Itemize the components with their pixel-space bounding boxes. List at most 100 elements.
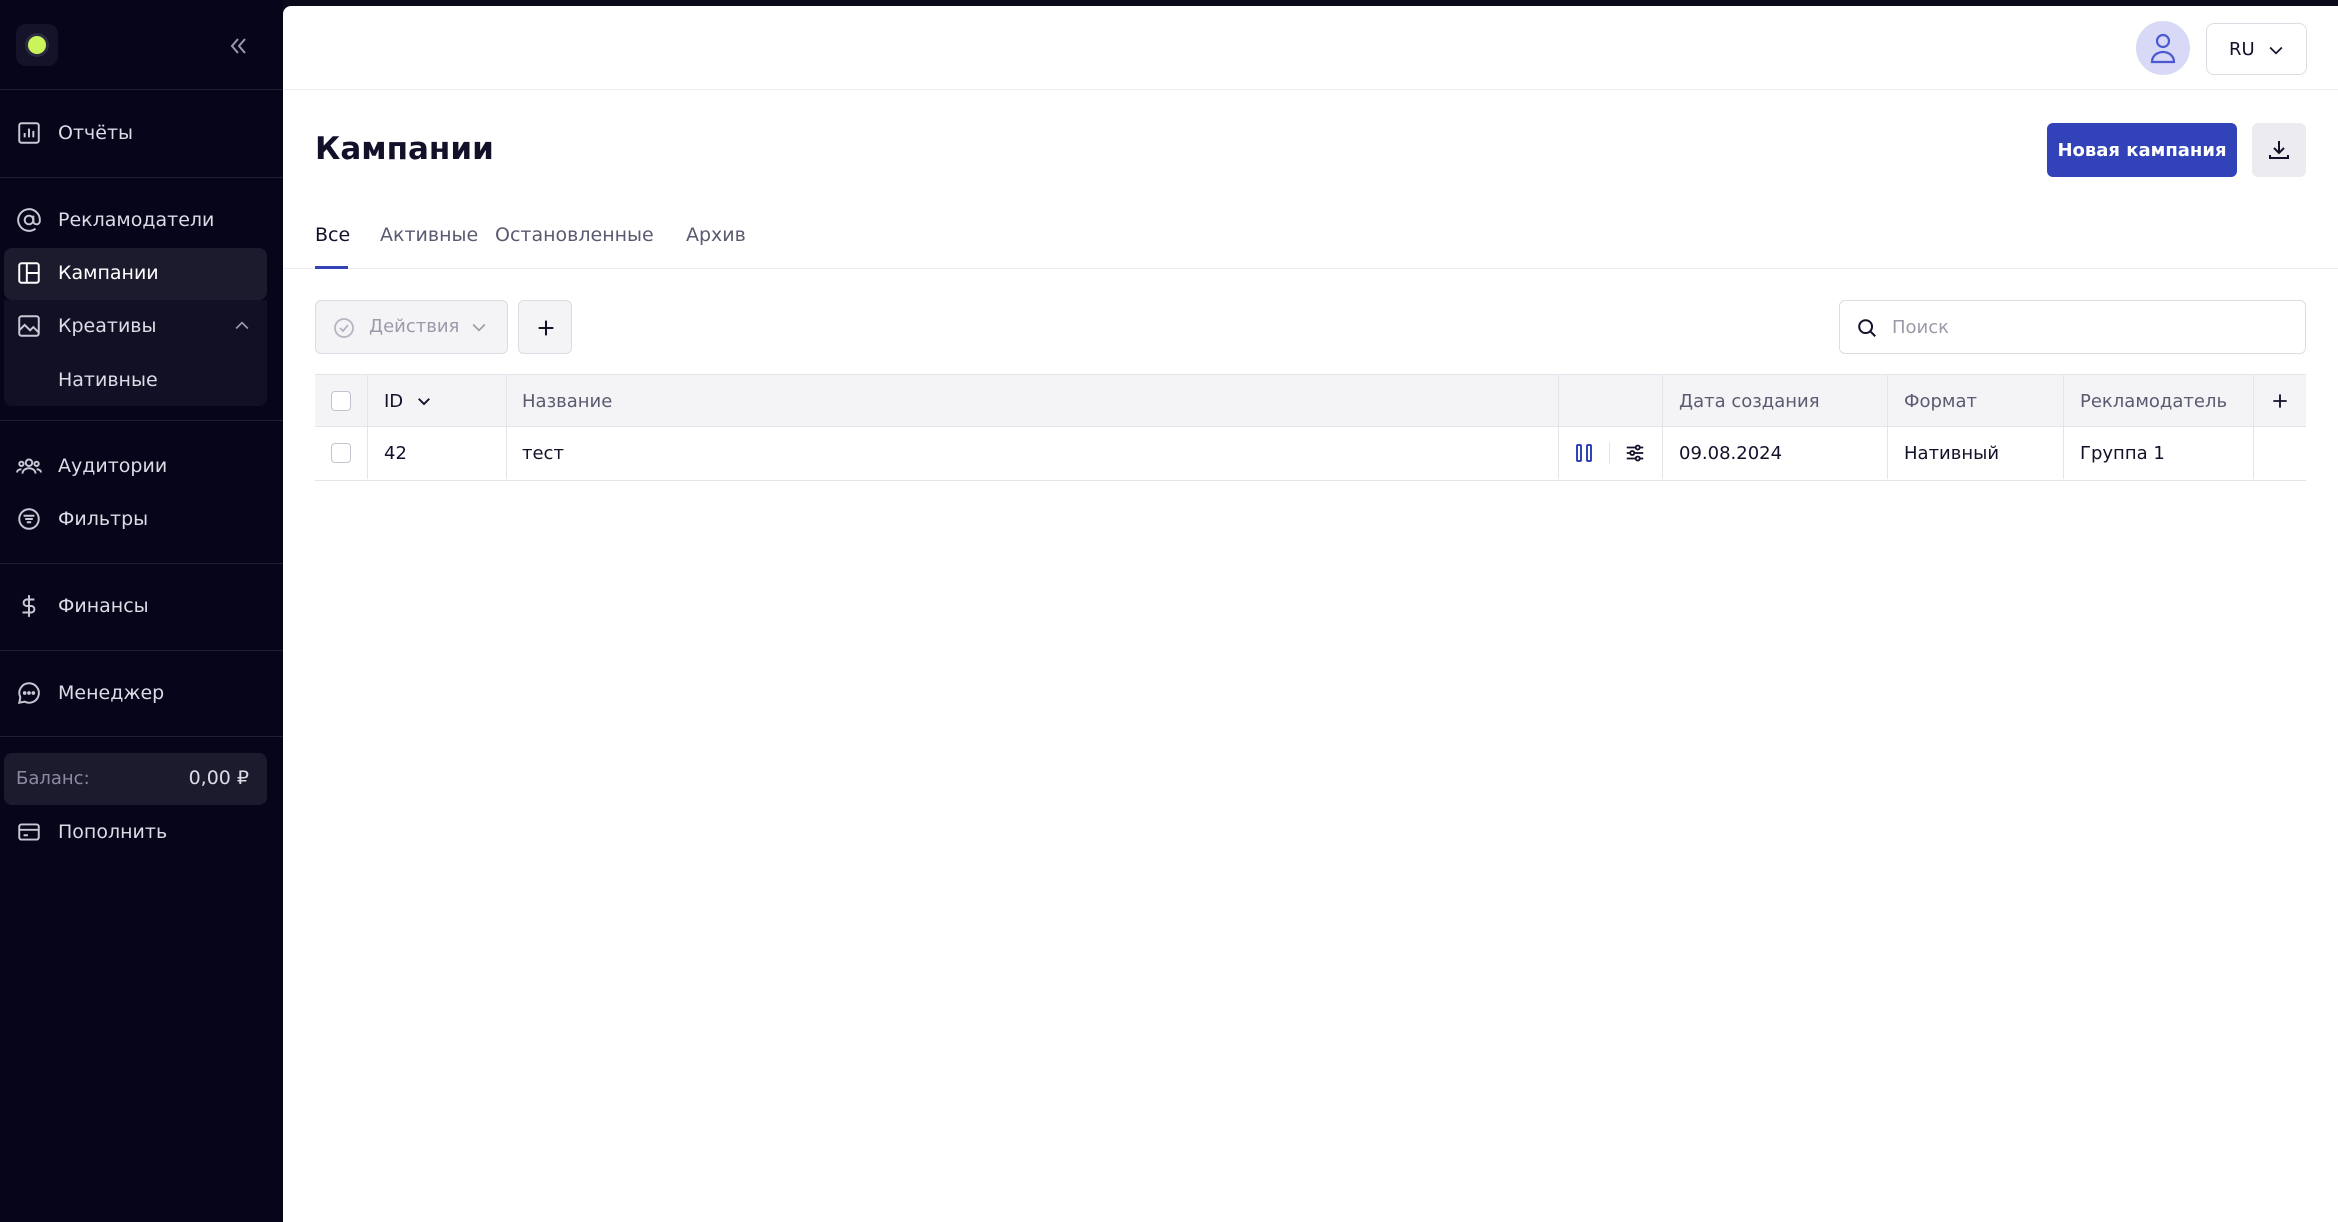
column-divider <box>367 427 368 479</box>
column-divider <box>2253 375 2254 427</box>
column-id[interactable]: ID <box>384 375 433 427</box>
balance-panel: Баланс: 0,00 ₽ <box>4 753 267 805</box>
cell-advertiser: Группа 1 <box>2080 442 2165 464</box>
sidebar-item-advertisers[interactable]: Рекламодатели <box>0 194 283 246</box>
sidebar-item-label: Менеджер <box>58 682 165 704</box>
column-divider <box>1887 427 1888 479</box>
column-divider <box>506 427 507 479</box>
sidebar-item-label: Пополнить <box>58 821 168 843</box>
divider <box>0 736 283 737</box>
actions-dropdown[interactable]: Действия <box>315 300 508 354</box>
sidebar-item-creatives[interactable]: Креативы <box>0 300 283 352</box>
tab-all[interactable]: Все <box>315 224 350 246</box>
active-tab-indicator <box>315 266 348 269</box>
sidebar-item-audiences[interactable]: Аудитории <box>0 440 283 492</box>
search-box <box>1839 300 2306 354</box>
divider <box>0 563 283 564</box>
table-wrapper: ID Название Дата создания Формат Рекламо… <box>315 374 2306 534</box>
chevron-up-icon[interactable] <box>232 316 252 336</box>
cell-id: 42 <box>384 442 407 464</box>
column-divider <box>1887 375 1888 427</box>
top-bar: RU <box>283 6 2338 90</box>
balance-value: 0,00 ₽ <box>188 767 249 789</box>
at-icon <box>17 208 41 232</box>
sidebar-item-finance[interactable]: Финансы <box>0 580 283 632</box>
sidebar-header <box>0 0 283 90</box>
main-content: RU Кампании Новая кампания Все Активные … <box>283 6 2338 1222</box>
cell-date: 09.08.2024 <box>1679 442 1783 464</box>
column-name[interactable]: Название <box>522 375 612 427</box>
select-all-checkbox[interactable] <box>331 391 351 411</box>
download-button[interactable] <box>2252 123 2306 177</box>
plus-icon <box>538 320 554 336</box>
column-date[interactable]: Дата создания <box>1679 375 1820 427</box>
tabs-divider <box>283 268 2338 269</box>
sidebar-item-campaigns[interactable]: Кампании <box>0 247 283 299</box>
sidebar-item-label: Креативы <box>58 315 157 337</box>
sidebar: Отчёты Рекламодатели Кампании Креативы Н… <box>0 0 283 1222</box>
tab-stopped[interactable]: Остановленные <box>495 224 654 246</box>
page-title: Кампании <box>315 131 494 167</box>
add-button[interactable] <box>518 300 572 354</box>
column-divider <box>2063 375 2064 427</box>
collapse-sidebar-icon[interactable] <box>226 34 250 58</box>
logo[interactable] <box>16 24 58 66</box>
chevron-down-icon <box>472 323 486 332</box>
chart-icon <box>18 122 40 144</box>
column-divider <box>506 375 507 427</box>
sidebar-item-label: Нативные <box>58 369 158 391</box>
divider <box>0 420 283 421</box>
column-divider <box>1558 375 1559 427</box>
divider <box>0 650 283 651</box>
search-icon <box>1858 319 1876 337</box>
sidebar-item-filters[interactable]: Фильтры <box>0 493 283 545</box>
tab-active[interactable]: Активные <box>380 224 478 246</box>
column-divider <box>1662 375 1663 427</box>
user-icon <box>2150 33 2176 64</box>
card-icon <box>18 823 40 841</box>
tab-archive[interactable]: Архив <box>686 224 746 246</box>
column-divider <box>1558 427 1559 479</box>
search-input[interactable] <box>1892 313 2292 341</box>
sidebar-item-label: Рекламодатели <box>58 209 215 231</box>
cell-name[interactable]: тест <box>522 427 564 479</box>
users-icon <box>16 458 42 474</box>
column-advertiser[interactable]: Рекламодатель <box>2080 375 2227 427</box>
sidebar-item-label: Отчёты <box>58 122 134 144</box>
column-divider <box>2253 427 2254 479</box>
pause-icon[interactable] <box>1574 443 1594 463</box>
column-divider <box>2063 427 2064 479</box>
action-divider <box>1609 442 1610 464</box>
row-checkbox[interactable] <box>331 443 351 463</box>
column-divider <box>367 375 368 427</box>
image-icon <box>18 315 40 337</box>
filter-icon <box>18 508 40 530</box>
sidebar-item-manager[interactable]: Менеджер <box>0 667 283 719</box>
layout-icon <box>18 262 40 284</box>
sidebar-item-reports[interactable]: Отчёты <box>0 107 283 159</box>
dollar-icon <box>22 595 36 617</box>
chevron-down-icon <box>2269 46 2283 55</box>
column-format[interactable]: Формат <box>1904 375 1977 427</box>
divider <box>0 177 283 178</box>
sort-chevron-icon <box>418 398 431 406</box>
table-header-row: ID Название Дата создания Формат Рекламо… <box>315 374 2306 427</box>
sidebar-item-label: Кампании <box>58 262 159 284</box>
balance-label: Баланс: <box>16 768 90 789</box>
cell-format: Нативный <box>1904 442 2000 464</box>
actions-label: Действия <box>369 316 460 337</box>
new-campaign-button[interactable]: Новая кампания <box>2047 123 2237 177</box>
sidebar-item-label: Фильтры <box>58 508 149 530</box>
add-column-icon[interactable] <box>2270 391 2290 411</box>
column-label: ID <box>384 390 404 412</box>
sidebar-item-label: Аудитории <box>58 455 168 477</box>
language-select[interactable]: RU <box>2206 23 2307 75</box>
table-row[interactable]: 42 тест 09.08.2024 Нативный Группа 1 <box>315 427 2306 481</box>
settings-sliders-icon[interactable] <box>1624 442 1646 464</box>
chat-icon <box>18 682 40 704</box>
avatar[interactable] <box>2136 21 2190 75</box>
column-divider <box>1662 427 1663 479</box>
download-icon <box>2269 141 2289 159</box>
sidebar-item-native[interactable]: Нативные <box>0 354 283 406</box>
sidebar-item-topup[interactable]: Пополнить <box>0 806 283 858</box>
